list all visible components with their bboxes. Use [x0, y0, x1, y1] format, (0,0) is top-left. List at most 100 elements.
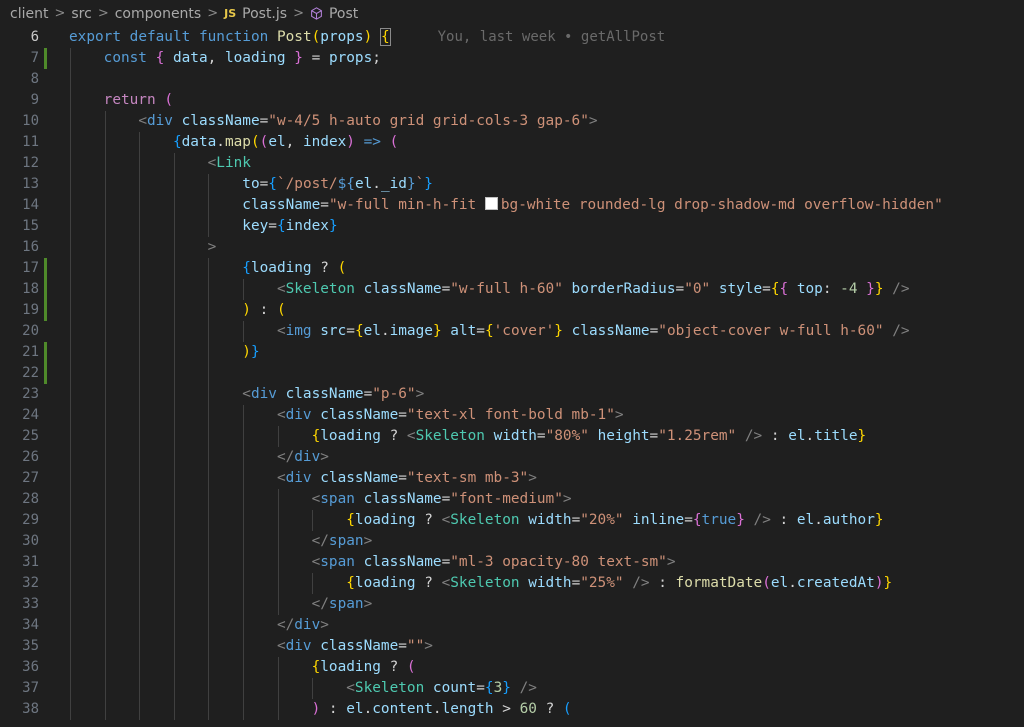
code-token: { [484, 680, 494, 696]
color-swatch[interactable] [484, 197, 498, 210]
code-token: "text-sm mb-3" [406, 470, 529, 486]
code-text: <img src={el.image} alt={'cover'} classN… [69, 321, 910, 342]
code-line[interactable]: 21 )} [0, 342, 1024, 363]
code-token: height [597, 428, 650, 444]
code-token: el [788, 428, 806, 444]
code-editor[interactable]: 6 export default function Post(props) {Yo… [0, 27, 1024, 720]
code-token: ( [337, 260, 347, 276]
code-text: )} [69, 342, 259, 363]
line-number: 28 [22, 491, 39, 507]
code-line[interactable]: 9 return ( [0, 90, 1024, 111]
code-text: export default function Post(props) {You… [69, 27, 665, 48]
code-token: className [285, 386, 364, 402]
code-token: "1.25rem" [658, 428, 745, 444]
code-token: < [311, 491, 321, 507]
code-token: } [874, 281, 884, 297]
code-line[interactable]: 31 <span className="ml-3 opacity-80 text… [0, 552, 1024, 573]
code-line[interactable]: 23 <div className="p-6"> [0, 384, 1024, 405]
code-token: Skeleton [354, 680, 433, 696]
code-token: div [285, 407, 321, 423]
code-token: Skeleton [415, 428, 494, 444]
code-line[interactable]: 19 ) : ( [0, 300, 1024, 321]
code-text: key={index} [69, 216, 337, 237]
line-number: 31 [22, 554, 39, 570]
code-line[interactable]: 17 {loading ? ( [0, 258, 1024, 279]
js-file-icon: JS [224, 7, 237, 20]
code-text: <div className="p-6"> [69, 384, 424, 405]
git-change-marker [44, 69, 47, 90]
code-token: _id [380, 176, 407, 192]
code-token: className [363, 491, 442, 507]
git-change-marker [44, 531, 47, 552]
code-token: </ [311, 596, 329, 612]
code-line[interactable]: 32 {loading ? <Skeleton width="25%" /> :… [0, 573, 1024, 594]
code-token: "w-full h-60" [450, 281, 572, 297]
code-line[interactable]: 10 <div className="w-4/5 h-auto grid gri… [0, 111, 1024, 132]
line-number: 29 [22, 512, 39, 528]
code-token: < [276, 407, 286, 423]
code-token: div [285, 470, 321, 486]
code-token: , [207, 50, 225, 66]
code-token: { [311, 659, 321, 675]
line-number: 23 [22, 386, 39, 402]
code-line[interactable]: 6 export default function Post(props) {Yo… [0, 27, 1024, 48]
line-number: 27 [22, 470, 39, 486]
breadcrumb-item-symbol[interactable]: Post [329, 6, 358, 22]
line-number: 24 [22, 407, 39, 423]
code-token: . [216, 134, 225, 150]
code-token: div [285, 638, 321, 654]
code-token: } [874, 512, 884, 528]
breadcrumb-item-client[interactable]: client [10, 6, 48, 22]
code-text: <span className="font-medium"> [69, 489, 572, 510]
code-token: src [320, 323, 347, 339]
git-change-marker [44, 279, 47, 300]
code-token: div [146, 113, 182, 129]
code-token: `/post/ [276, 176, 338, 192]
line-number: 15 [22, 218, 39, 234]
code-line[interactable]: 13 to={`/post/${el._id}`} [0, 174, 1024, 195]
code-line[interactable]: 16 > [0, 237, 1024, 258]
code-line[interactable]: 38 ) : el.content.length > 60 ? ( [0, 699, 1024, 720]
code-token: "text-xl font-bold mb-1" [406, 407, 615, 423]
code-line[interactable]: 8 [0, 69, 1024, 90]
code-line[interactable]: 12 <Link [0, 153, 1024, 174]
code-token: width [528, 512, 572, 528]
code-line[interactable]: 20 <img src={el.image} alt={'cover'} cla… [0, 321, 1024, 342]
code-text: </span> [69, 531, 373, 552]
code-line[interactable]: 15 key={index} [0, 216, 1024, 237]
code-token: width [528, 575, 572, 591]
code-token: { [770, 281, 780, 297]
code-token: => [354, 134, 390, 150]
code-token: className [242, 197, 321, 213]
code-token: div [294, 617, 321, 633]
code-line[interactable]: 14 className="w-full min-h-fit bg-white … [0, 195, 1024, 216]
code-line[interactable]: 29 {loading ? <Skeleton width="20%" inli… [0, 510, 1024, 531]
code-line[interactable]: 25 {loading ? <Skeleton width="80%" heig… [0, 426, 1024, 447]
code-line[interactable]: 24 <div className="text-xl font-bold mb-… [0, 405, 1024, 426]
code-line[interactable]: 30 </span> [0, 531, 1024, 552]
code-line[interactable]: 33 </span> [0, 594, 1024, 615]
code-token: { [242, 260, 251, 276]
code-token: 'cover' [493, 323, 555, 339]
code-token: } [424, 176, 433, 192]
code-line[interactable]: 11 {data.map((el, index) => ( [0, 132, 1024, 153]
breadcrumb-item-src[interactable]: src [71, 6, 91, 22]
code-line[interactable]: 27 <div className="text-sm mb-3"> [0, 468, 1024, 489]
code-token: props [320, 29, 364, 45]
code-token: } [285, 50, 303, 66]
breadcrumb-item-components[interactable]: components [115, 6, 202, 22]
code-line[interactable]: 35 <div className=""> [0, 636, 1024, 657]
code-line[interactable]: 7 const { data, loading } = props; [0, 48, 1024, 69]
code-token: className [320, 638, 399, 654]
code-token: > [320, 449, 329, 465]
code-line[interactable]: 34 </div> [0, 615, 1024, 636]
code-line[interactable]: 28 <span className="font-medium"> [0, 489, 1024, 510]
breadcrumb-item-file[interactable]: Post.js [242, 6, 287, 22]
code-line[interactable]: 22 [0, 363, 1024, 384]
code-line[interactable]: 26 </div> [0, 447, 1024, 468]
line-number: 7 [30, 50, 39, 66]
code-line[interactable]: 18 <Skeleton className="w-full h-60" bor… [0, 279, 1024, 300]
code-line[interactable]: 37 <Skeleton count={3} /> [0, 678, 1024, 699]
code-token: { [484, 323, 494, 339]
code-line[interactable]: 36 {loading ? ( [0, 657, 1024, 678]
